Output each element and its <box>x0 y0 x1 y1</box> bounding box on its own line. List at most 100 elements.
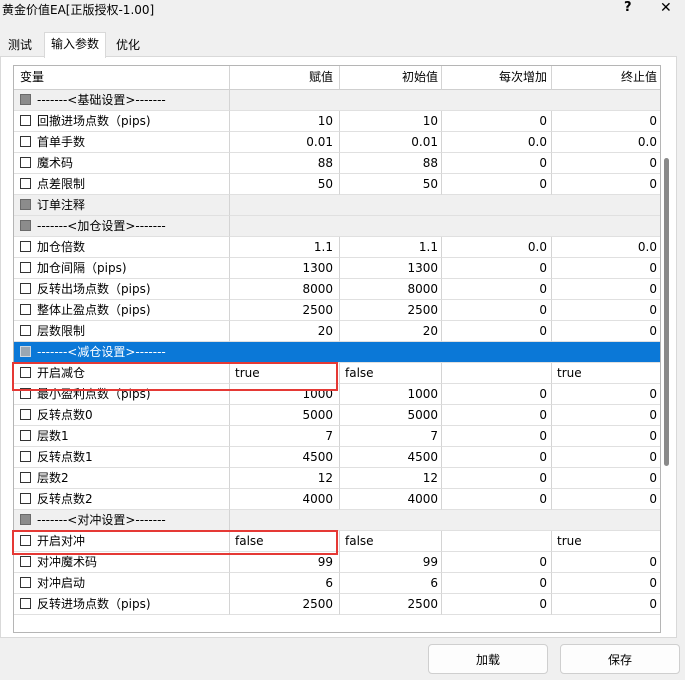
step-cell[interactable]: 0 <box>442 111 552 132</box>
row-checkbox[interactable] <box>20 598 31 609</box>
value-cell[interactable]: 12 <box>230 468 340 489</box>
start-cell[interactable]: false <box>340 363 442 384</box>
row-checkbox[interactable] <box>20 304 31 315</box>
parameter-row[interactable]: 点差限制 50 50 0 0 <box>14 174 660 195</box>
step-cell[interactable] <box>442 531 552 552</box>
start-cell[interactable]: 1300 <box>340 258 442 279</box>
stop-cell[interactable]: 0 <box>552 447 660 468</box>
row-checkbox[interactable] <box>20 451 31 462</box>
step-cell[interactable]: 0 <box>442 153 552 174</box>
step-cell[interactable]: 0 <box>442 300 552 321</box>
value-cell[interactable]: 2500 <box>230 300 340 321</box>
value-cell[interactable]: 4500 <box>230 447 340 468</box>
step-cell[interactable]: 0 <box>442 552 552 573</box>
step-cell[interactable]: 0 <box>442 174 552 195</box>
row-checkbox[interactable] <box>20 115 31 126</box>
row-checkbox[interactable] <box>20 556 31 567</box>
section-row[interactable]: 订单注释 <box>14 195 660 216</box>
stop-cell[interactable]: 0 <box>552 174 660 195</box>
parameter-row[interactable]: 层数2 12 12 0 0 <box>14 468 660 489</box>
parameter-row[interactable]: 反转点数2 4000 4000 0 0 <box>14 489 660 510</box>
start-cell[interactable]: 20 <box>340 321 442 342</box>
stop-cell[interactable]: true <box>552 531 660 552</box>
start-cell[interactable]: 4000 <box>340 489 442 510</box>
parameter-row[interactable]: 加仓间隔（pips) 1300 1300 0 0 <box>14 258 660 279</box>
value-cell[interactable]: 10 <box>230 111 340 132</box>
stop-cell[interactable]: 0 <box>552 153 660 174</box>
stop-cell[interactable]: 0 <box>552 258 660 279</box>
row-checkbox[interactable] <box>20 577 31 588</box>
parameter-row[interactable]: 反转进场点数（pips) 2500 2500 0 0 <box>14 594 660 615</box>
step-cell[interactable]: 0 <box>442 426 552 447</box>
start-cell[interactable]: 10 <box>340 111 442 132</box>
stop-cell[interactable]: 0 <box>552 300 660 321</box>
row-checkbox[interactable] <box>20 367 31 378</box>
step-cell[interactable]: 0 <box>442 384 552 405</box>
parameter-row[interactable]: 反转点数1 4500 4500 0 0 <box>14 447 660 468</box>
value-cell[interactable]: true <box>230 363 340 384</box>
stop-cell[interactable]: 0 <box>552 111 660 132</box>
value-cell[interactable]: 88 <box>230 153 340 174</box>
start-cell[interactable]: false <box>340 531 442 552</box>
step-cell[interactable]: 0 <box>442 489 552 510</box>
row-checkbox[interactable] <box>20 136 31 147</box>
value-cell[interactable]: 50 <box>230 174 340 195</box>
row-checkbox[interactable] <box>20 94 31 105</box>
column-header-variable[interactable]: 变量 <box>14 66 230 90</box>
start-cell[interactable]: 5000 <box>340 405 442 426</box>
start-cell[interactable]: 50 <box>340 174 442 195</box>
parameter-grid[interactable]: 变量 赋值 初始值 每次增加 终止值 -------<基础设置>------- 回… <box>13 65 661 633</box>
step-cell[interactable] <box>442 363 552 384</box>
parameter-row[interactable]: 整体止盈点数（pips) 2500 2500 0 0 <box>14 300 660 321</box>
row-checkbox[interactable] <box>20 325 31 336</box>
close-button[interactable]: ✕ <box>660 0 672 16</box>
row-checkbox[interactable] <box>20 346 31 357</box>
step-cell[interactable]: 0 <box>442 258 552 279</box>
parameter-row[interactable]: 反转点数0 5000 5000 0 0 <box>14 405 660 426</box>
section-row[interactable]: -------<对冲设置>------- <box>14 510 660 531</box>
start-cell[interactable]: 12 <box>340 468 442 489</box>
value-cell[interactable]: 7 <box>230 426 340 447</box>
value-cell[interactable]: 1300 <box>230 258 340 279</box>
row-checkbox[interactable] <box>20 199 31 210</box>
start-cell[interactable]: 2500 <box>340 594 442 615</box>
parameter-row[interactable]: 层数限制 20 20 0 0 <box>14 321 660 342</box>
section-row[interactable]: -------<加仓设置>------- <box>14 216 660 237</box>
start-cell[interactable]: 4500 <box>340 447 442 468</box>
column-header-start[interactable]: 初始值 <box>340 66 442 90</box>
step-cell[interactable]: 0 <box>442 468 552 489</box>
parameter-row[interactable]: 反转出场点数（pips) 8000 8000 0 0 <box>14 279 660 300</box>
parameter-row[interactable]: 回撤进场点数（pips) 10 10 0 0 <box>14 111 660 132</box>
save-button[interactable]: 保存 <box>560 644 680 674</box>
row-checkbox[interactable] <box>20 262 31 273</box>
step-cell[interactable]: 0 <box>442 447 552 468</box>
start-cell[interactable]: 0.01 <box>340 132 442 153</box>
stop-cell[interactable]: 0 <box>552 573 660 594</box>
value-cell[interactable]: 2500 <box>230 594 340 615</box>
parameter-row[interactable]: 对冲魔术码 99 99 0 0 <box>14 552 660 573</box>
stop-cell[interactable]: 0.0 <box>552 237 660 258</box>
stop-cell[interactable]: 0 <box>552 279 660 300</box>
start-cell[interactable]: 1.1 <box>340 237 442 258</box>
stop-cell[interactable]: 0 <box>552 384 660 405</box>
start-cell[interactable]: 1000 <box>340 384 442 405</box>
start-cell[interactable]: 7 <box>340 426 442 447</box>
row-checkbox[interactable] <box>20 493 31 504</box>
row-checkbox[interactable] <box>20 409 31 420</box>
start-cell[interactable]: 99 <box>340 552 442 573</box>
tab-inputs[interactable]: 输入参数 <box>44 32 107 58</box>
start-cell[interactable]: 2500 <box>340 300 442 321</box>
vertical-scrollbar[interactable] <box>664 158 669 466</box>
parameter-row[interactable]: 魔术码 88 88 0 0 <box>14 153 660 174</box>
value-cell[interactable]: 1000 <box>230 384 340 405</box>
parameter-row[interactable]: 层数1 7 7 0 0 <box>14 426 660 447</box>
start-cell[interactable]: 8000 <box>340 279 442 300</box>
start-cell[interactable]: 88 <box>340 153 442 174</box>
value-cell[interactable]: 4000 <box>230 489 340 510</box>
value-cell[interactable]: 0.01 <box>230 132 340 153</box>
value-cell[interactable]: 20 <box>230 321 340 342</box>
tab-test[interactable]: 测试 <box>2 34 39 56</box>
step-cell[interactable]: 0.0 <box>442 237 552 258</box>
column-header-stop[interactable]: 终止值 <box>552 66 660 90</box>
stop-cell[interactable]: 0 <box>552 405 660 426</box>
